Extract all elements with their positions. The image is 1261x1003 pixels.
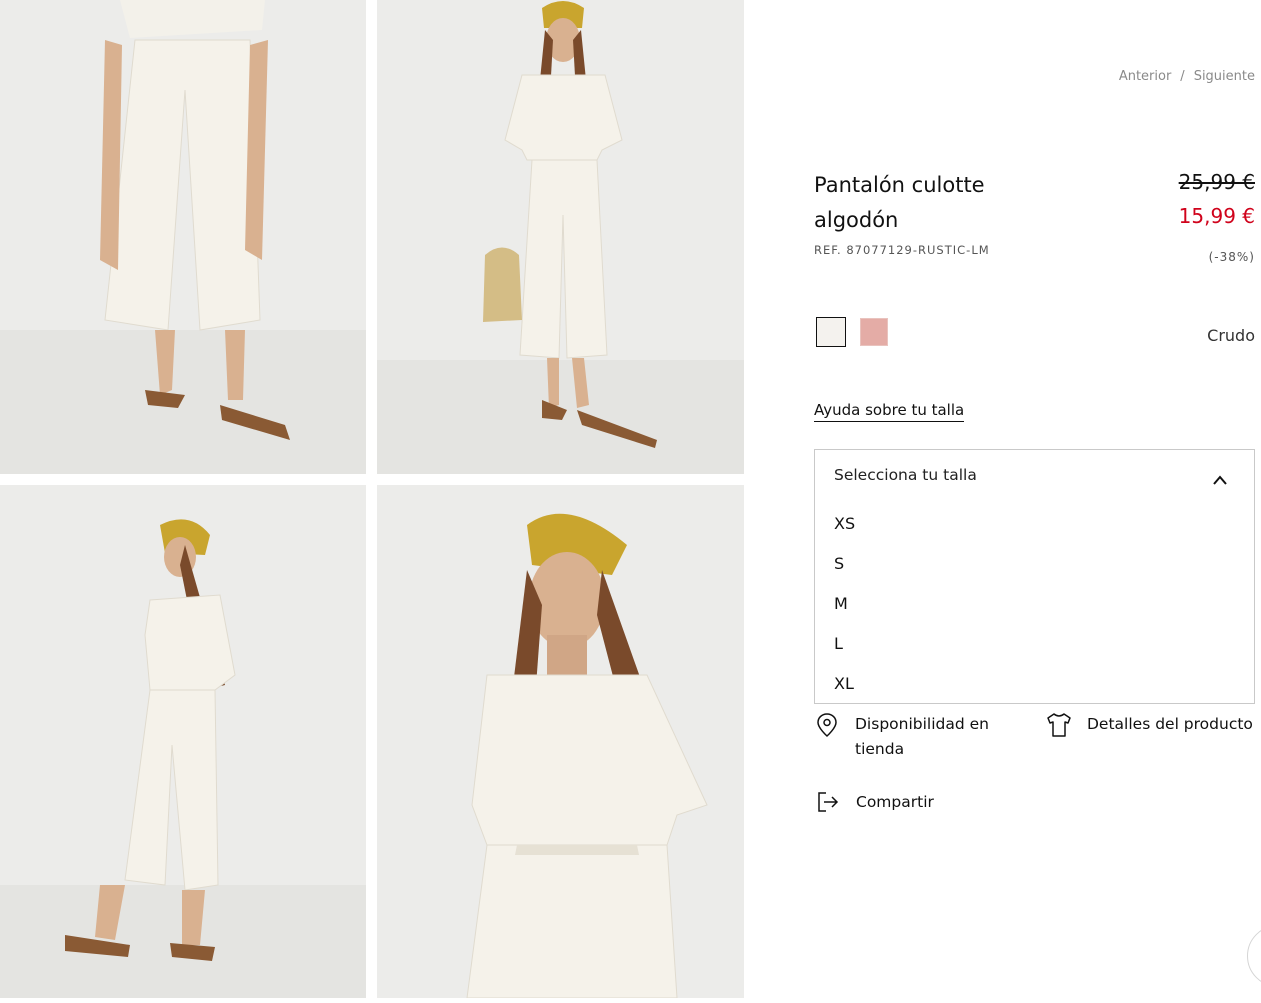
product-navigation: Anterior / Siguiente (1119, 69, 1255, 84)
color-swatch-crudo[interactable] (816, 317, 846, 347)
size-option-m[interactable]: M (834, 594, 848, 613)
photo-upper-body-closeup (377, 485, 744, 998)
product-photo-4[interactable] (377, 485, 744, 998)
color-swatch-pink[interactable] (860, 318, 888, 346)
product-title: Pantalón culotte algodón (814, 173, 985, 232)
photo-full-body-front (377, 0, 744, 474)
discount-badge: (-38%) (1208, 250, 1255, 264)
sale-price: 15,99 € (1178, 204, 1255, 228)
store-availability-label: Disponibilidad en tienda (855, 715, 989, 758)
photo-full-body-side (0, 485, 366, 998)
product-details-label: Detalles del producto (1087, 715, 1253, 733)
size-option-xl[interactable]: XL (834, 674, 854, 693)
previous-link[interactable]: Anterior (1119, 69, 1171, 84)
size-help-link[interactable]: Ayuda sobre tu talla (814, 401, 965, 422)
product-photo-3[interactable] (0, 485, 366, 998)
location-pin-icon (817, 713, 837, 738)
floating-action-button[interactable] (1247, 925, 1261, 987)
size-dropdown[interactable]: Selecciona tu talla XS S M L XL (814, 449, 1255, 704)
chevron-up-icon[interactable] (1212, 474, 1228, 486)
tshirt-icon (1047, 713, 1071, 737)
product-photo-2[interactable] (377, 0, 744, 474)
size-option-l[interactable]: L (834, 634, 843, 653)
product-photo-1[interactable] (0, 0, 366, 474)
photo-lower-body-front (0, 0, 366, 474)
share-label: Compartir (856, 793, 934, 811)
size-option-s[interactable]: S (834, 554, 844, 573)
next-link[interactable]: Siguiente (1194, 69, 1255, 84)
product-reference: REF. 87077129-RUSTIC-LM (814, 243, 990, 257)
share-exit-icon (818, 792, 839, 812)
size-dropdown-placeholder[interactable]: Selecciona tu talla (834, 466, 977, 484)
size-option-xs[interactable]: XS (834, 514, 855, 533)
selected-color-name: Crudo (1207, 326, 1255, 345)
original-price: 25,99 € (1178, 170, 1255, 194)
nav-separator: / (1180, 69, 1185, 84)
